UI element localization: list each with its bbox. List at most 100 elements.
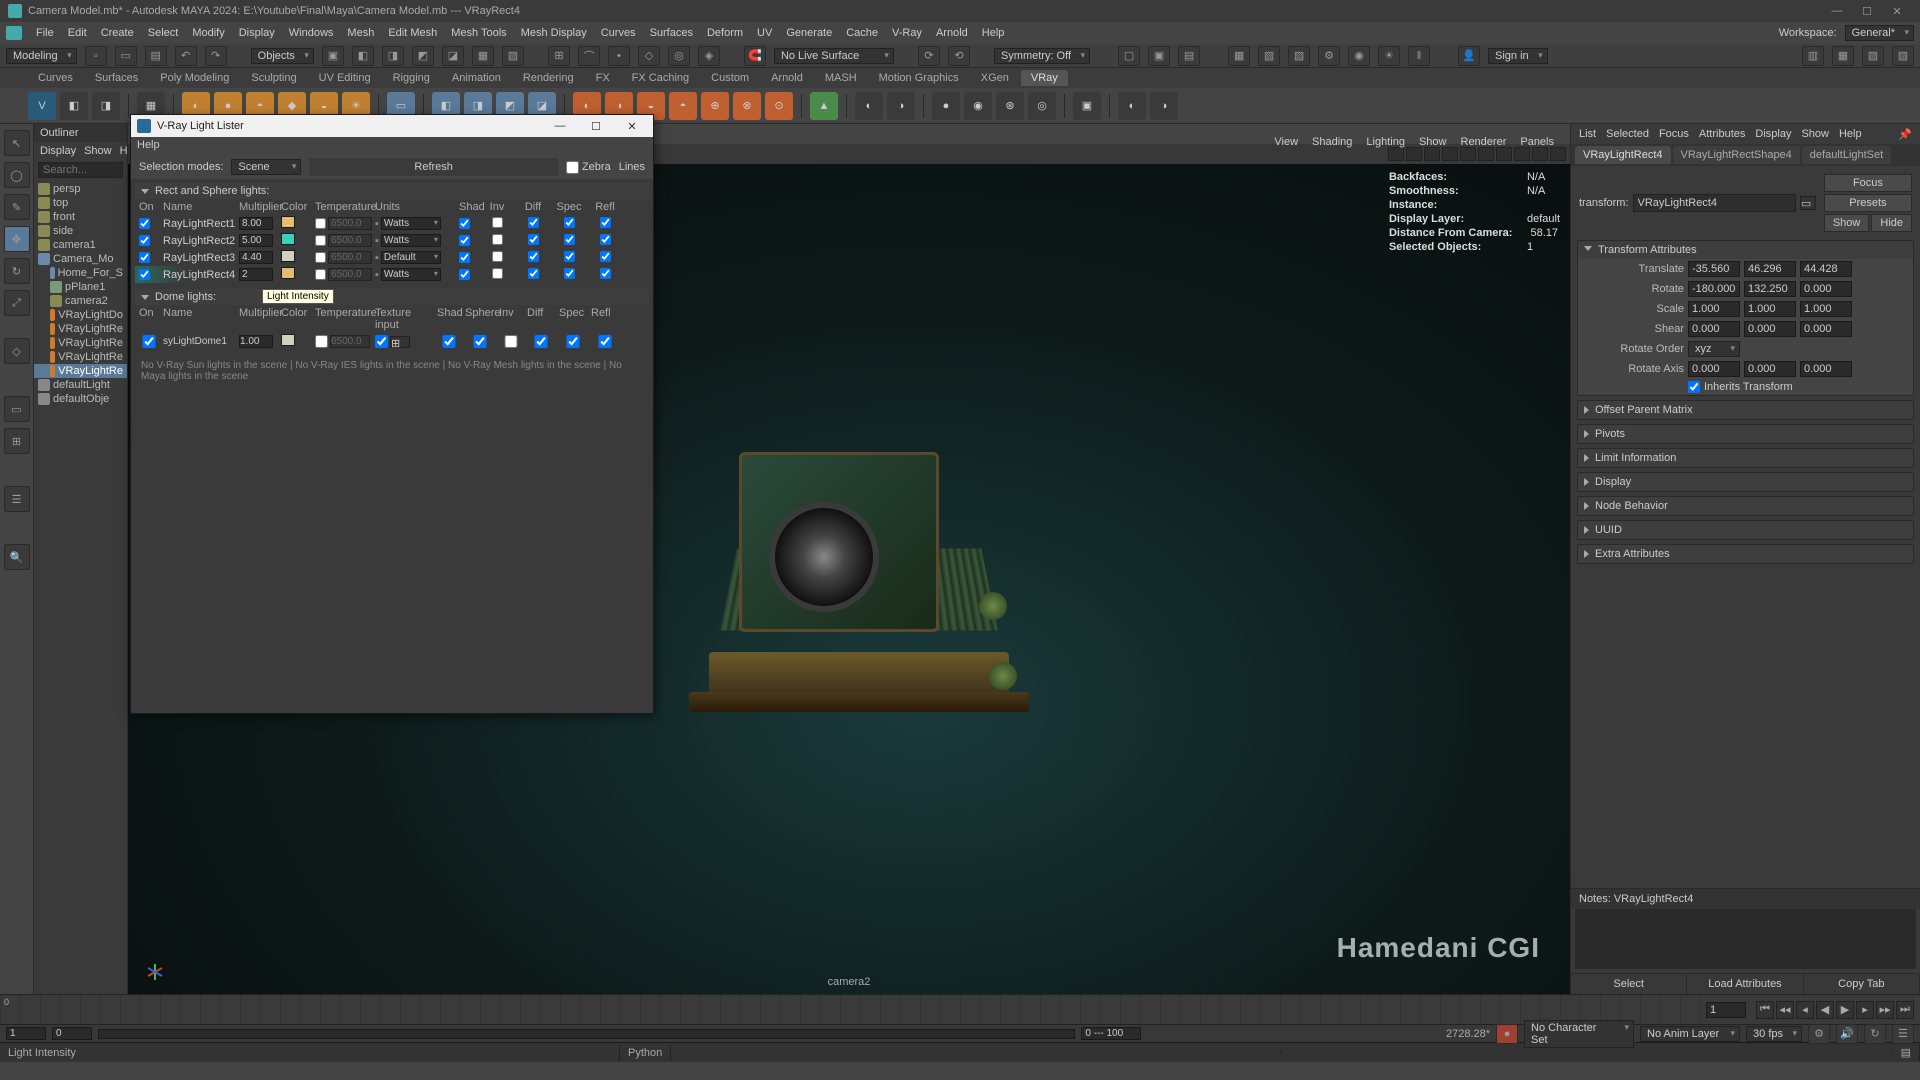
shelf-fur-7-icon[interactable]: ⊙	[765, 92, 793, 120]
refresh-button[interactable]: Refresh	[309, 158, 558, 176]
outliner-item-4[interactable]: camera1	[34, 238, 127, 252]
shelf-render-icon[interactable]: ◨	[92, 92, 120, 120]
light-multiplier-input[interactable]	[239, 217, 273, 230]
shelf-mat-2-icon[interactable]: ◉	[964, 92, 992, 120]
shelf-tab-rigging[interactable]: Rigging	[383, 70, 440, 86]
playback-prev-key-icon[interactable]: ◂◂	[1776, 1001, 1794, 1019]
rotate-tool-icon[interactable]: ↻	[4, 258, 30, 284]
light-multiplier-input[interactable]	[239, 268, 273, 281]
light-color-swatch[interactable]	[281, 250, 295, 262]
attr-inherits-checkbox[interactable]	[1688, 381, 1700, 393]
menu-deform[interactable]: Deform	[707, 27, 743, 39]
attr-nav-icon-1[interactable]: ▭	[1800, 196, 1816, 210]
time-slider-track[interactable]: 0	[0, 995, 1702, 1024]
shelf-tab-custom[interactable]: Custom	[701, 70, 759, 86]
range-audio-icon[interactable]: 🔊	[1836, 1024, 1858, 1044]
playback-play-back-icon[interactable]: ◀	[1816, 1001, 1834, 1019]
menu-mesh-display[interactable]: Mesh Display	[521, 27, 587, 39]
hypershade-icon[interactable]: ◉	[1348, 46, 1370, 66]
shelf-proxy-icon[interactable]: ▲	[810, 92, 838, 120]
menu-surfaces[interactable]: Surfaces	[650, 27, 693, 39]
dome-on-checkbox[interactable]	[139, 335, 159, 348]
light-reflect-checkbox[interactable]	[600, 234, 611, 245]
shelf-cam-2-icon[interactable]: ◑	[1150, 92, 1178, 120]
units-link-icon[interactable]: ▪	[375, 235, 379, 247]
sl-icon-c[interactable]: ▤	[1178, 46, 1200, 66]
light-on-checkbox[interactable]	[139, 269, 150, 280]
shelf-scene-icon[interactable]: ▣	[1073, 92, 1101, 120]
light-temp-checkbox[interactable]	[315, 235, 326, 246]
sel-icon-5[interactable]: ◪	[442, 46, 464, 66]
attr-presets-button[interactable]: Presets	[1824, 194, 1912, 212]
menu-create[interactable]: Create	[101, 27, 134, 39]
zebra-checkbox-wrapper[interactable]: Zebra	[566, 161, 611, 174]
light-temp-checkbox[interactable]	[315, 218, 326, 229]
attr-shear-y[interactable]	[1744, 321, 1796, 337]
layout-single-icon[interactable]: ▭	[4, 396, 30, 422]
light-color-swatch[interactable]	[281, 216, 295, 228]
shelf-fur-6-icon[interactable]: ⊗	[733, 92, 761, 120]
menu-select[interactable]: Select	[148, 27, 179, 39]
light-temperature-input[interactable]	[328, 268, 372, 281]
attr-translate-x[interactable]	[1688, 261, 1740, 277]
attr-rotate-x[interactable]	[1688, 281, 1740, 297]
attr-select-button[interactable]: Select	[1571, 974, 1687, 994]
sel-icon-6[interactable]: ▦	[472, 46, 494, 66]
light-temperature-input[interactable]	[328, 234, 372, 247]
light-name[interactable]: RayLightRect2	[163, 235, 235, 247]
attr-translate-y[interactable]	[1744, 261, 1796, 277]
dome-invisible-checkbox[interactable]	[499, 335, 523, 348]
light-lister-maximize-icon[interactable]: ☐	[581, 120, 611, 133]
light-diffuse-checkbox[interactable]	[528, 268, 539, 279]
attr-menu-focus[interactable]: Focus	[1659, 128, 1689, 140]
playback-start-icon[interactable]: ⏮	[1756, 1001, 1774, 1019]
dome-diffuse-checkbox[interactable]	[527, 335, 555, 348]
attr-section-4-header[interactable]: Node Behavior	[1578, 497, 1913, 515]
snap-view-icon[interactable]: ◈	[698, 46, 720, 66]
open-scene-icon[interactable]: ▭	[115, 46, 137, 66]
save-scene-icon[interactable]: ▤	[145, 46, 167, 66]
close-icon[interactable]: ✕	[1882, 2, 1912, 20]
dome-lights-section-header[interactable]: Dome lights:	[135, 289, 649, 305]
live-surface-dropdown[interactable]: No Live Surface	[774, 48, 894, 64]
zebra-checkbox[interactable]	[566, 161, 579, 174]
light-specular-checkbox[interactable]	[564, 268, 575, 279]
snap-grid-icon[interactable]: ⊞	[548, 46, 570, 66]
playback-next-key-icon[interactable]: ▸▸	[1876, 1001, 1894, 1019]
attr-tab-lightset[interactable]: defaultLightSet	[1802, 146, 1891, 164]
lines-label[interactable]: Lines	[619, 161, 645, 173]
attr-focus-button[interactable]: Focus	[1824, 174, 1912, 192]
panel-toggle-3[interactable]: ▧	[1862, 46, 1884, 66]
minimize-icon[interactable]: —	[1822, 2, 1852, 20]
shelf-fur-5-icon[interactable]: ⊕	[701, 92, 729, 120]
vp-menu-panels[interactable]: Panels	[1520, 136, 1554, 148]
light-name[interactable]: RayLightRect4	[163, 269, 235, 281]
workspace-dropdown[interactable]: General*	[1845, 25, 1914, 41]
shelf-tab-motiongfx[interactable]: Motion Graphics	[869, 70, 969, 86]
attr-shear-z[interactable]	[1800, 321, 1852, 337]
menu-vray[interactable]: V-Ray	[892, 27, 922, 39]
outliner-menu-show[interactable]: Show	[84, 145, 112, 157]
vp-menu-view[interactable]: View	[1274, 136, 1298, 148]
attr-transform-name-input[interactable]	[1633, 194, 1796, 212]
range-settings-icon[interactable]: ☰	[1892, 1024, 1914, 1044]
attr-rotate-axis-x[interactable]	[1688, 361, 1740, 377]
attr-show-button[interactable]: Show	[1824, 214, 1870, 232]
light-units-dropdown[interactable]: Default	[381, 251, 441, 264]
cmdline-lang[interactable]: Python	[620, 1045, 671, 1061]
toolbox-outliner-icon[interactable]: ☰	[4, 486, 30, 512]
new-scene-icon[interactable]: ▫	[85, 46, 107, 66]
maximize-icon[interactable]: ☐	[1852, 2, 1882, 20]
vp-menu-lighting[interactable]: Lighting	[1366, 136, 1405, 148]
shelf-tab-xgen[interactable]: XGen	[971, 70, 1019, 86]
dome-temperature-input[interactable]	[330, 335, 370, 348]
light-invisible-checkbox[interactable]	[492, 251, 503, 262]
light-shadow-checkbox[interactable]	[459, 252, 470, 263]
shelf-vfb-icon[interactable]: ◧	[60, 92, 88, 120]
range-pref-icon[interactable]: ⚙	[1808, 1024, 1830, 1044]
sl-icon-b[interactable]: ▣	[1148, 46, 1170, 66]
shelf-tab-surfaces[interactable]: Surfaces	[85, 70, 148, 86]
dome-texture-link-icon[interactable]: ⊞	[390, 336, 410, 348]
dome-specular-checkbox[interactable]	[559, 335, 587, 348]
shelf-util-2-icon[interactable]: ◑	[887, 92, 915, 120]
